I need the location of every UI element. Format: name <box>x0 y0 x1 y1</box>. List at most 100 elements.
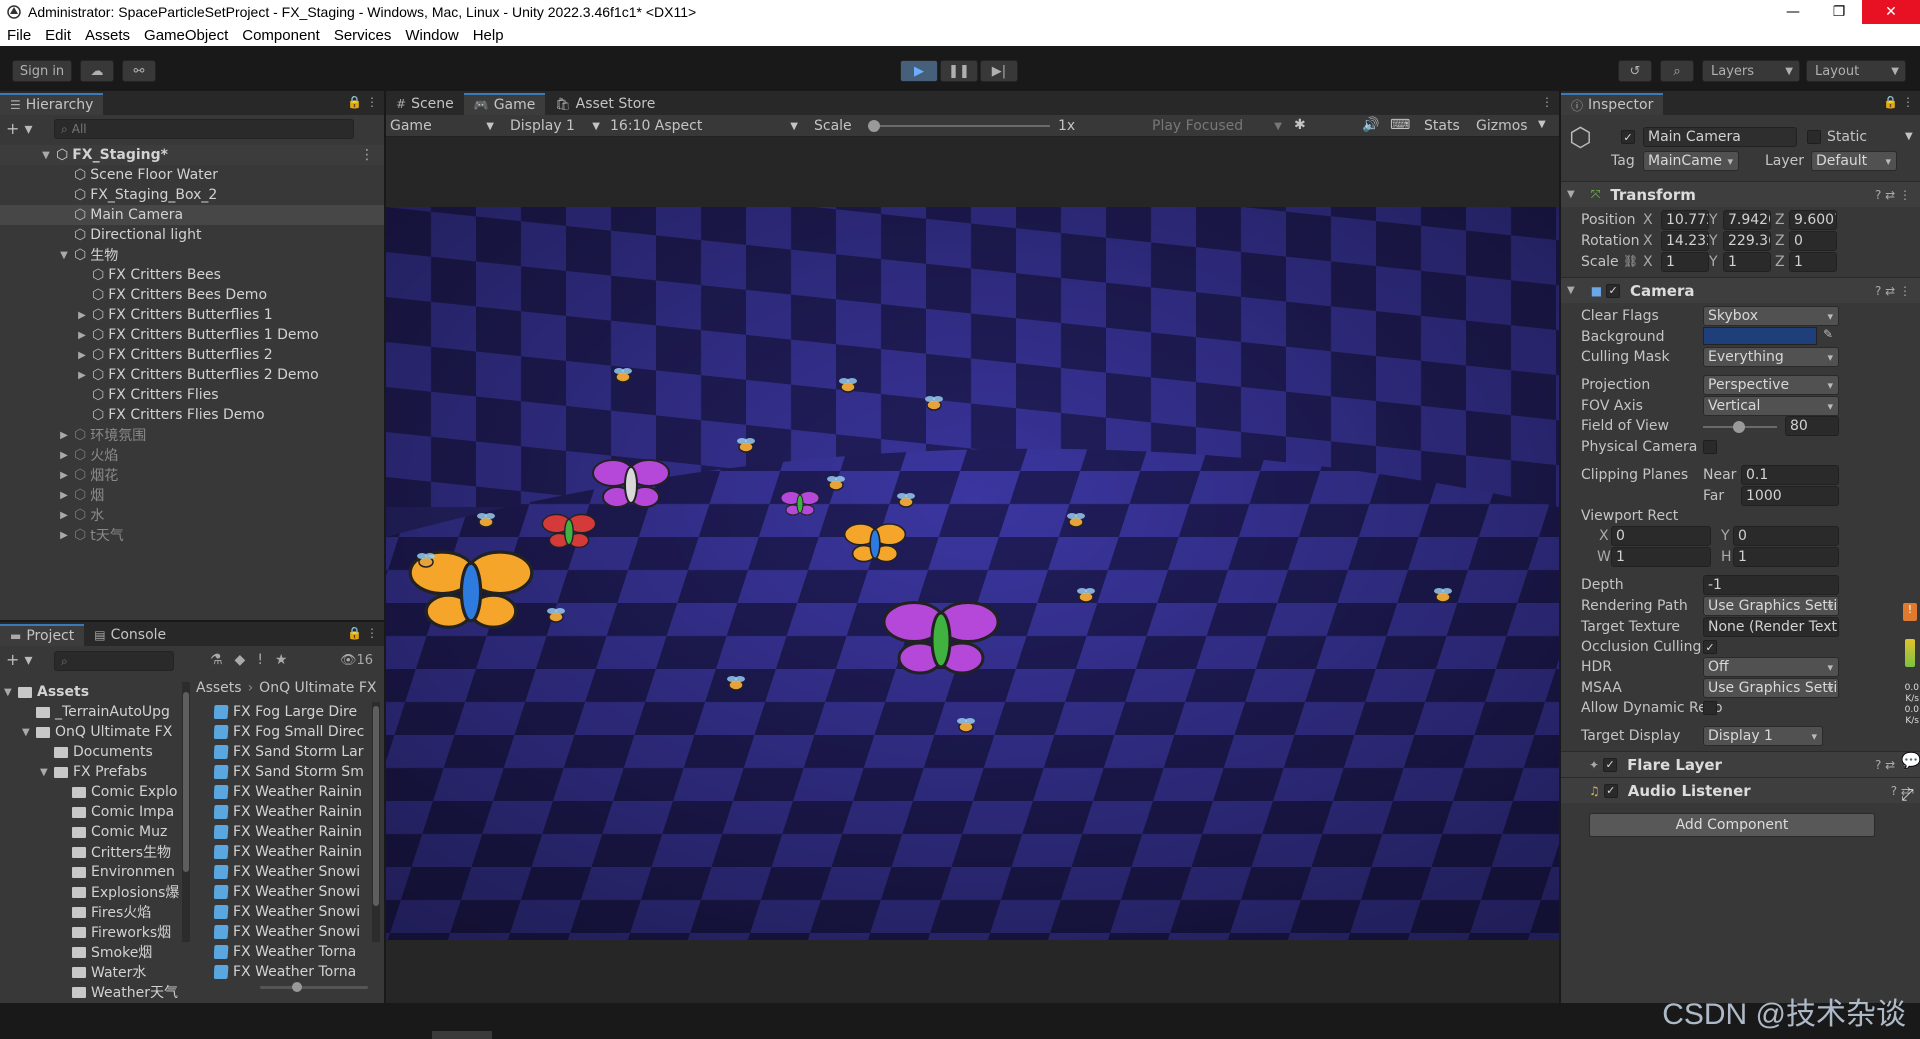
prefab-item[interactable]: FX Weather Snowi <box>214 922 370 942</box>
hierarchy-item[interactable]: ⬡ Main Camera <box>0 205 384 225</box>
panel-menu-icon[interactable]: 🔒 ⋮ <box>347 626 378 640</box>
panel-menu-icon[interactable]: ⋮ <box>1541 95 1553 109</box>
far-field[interactable]: 1000 <box>1741 486 1839 506</box>
project-folder-item[interactable]: ▼ Assets <box>0 682 190 702</box>
history-button[interactable]: ↺ <box>1618 60 1652 82</box>
minimize-button[interactable]: — <box>1770 0 1816 24</box>
near-field[interactable]: 0.1 <box>1741 465 1839 485</box>
restore-button[interactable]: ❐ <box>1816 0 1862 24</box>
hierarchy-item[interactable]: ▶ ⬡ FX Critters Butterflies 2 <box>0 345 384 365</box>
projection-dropdown[interactable]: Perspective <box>1703 375 1839 395</box>
status-scroll-thumb[interactable] <box>432 1031 492 1039</box>
expand-arrow-icon[interactable]: ▶ <box>58 490 70 501</box>
scene-menu-icon[interactable]: ⋮ <box>360 147 374 163</box>
tab-asset-store[interactable]: 🛍 Asset Store <box>545 93 665 115</box>
fov-slider[interactable] <box>1703 421 1777 433</box>
expand-arrow-icon[interactable]: ▶ <box>58 430 70 441</box>
depth-field[interactable]: -1 <box>1703 575 1839 595</box>
eyedropper-icon[interactable]: ✎ <box>1823 327 1833 341</box>
step-button[interactable]: ▶| <box>980 60 1018 82</box>
menu-component[interactable]: Component <box>235 27 327 44</box>
tab-hierarchy[interactable]: ☰ Hierarchy <box>0 93 104 115</box>
expand-arrow-icon[interactable]: ▼ <box>58 250 70 261</box>
dynamic-resolution-checkbox[interactable] <box>1703 701 1717 715</box>
hierarchy-item[interactable]: ▶ ⬡ 烟 <box>0 485 384 505</box>
project-filter-icons[interactable]: ⚗◆!★ <box>210 652 299 668</box>
project-folder-item[interactable]: Comic Muz <box>0 822 190 842</box>
occlusion-culling-checkbox[interactable]: ✓ <box>1703 640 1717 654</box>
prefab-item[interactable]: FX Weather Rainin <box>214 782 370 802</box>
culling-mask-dropdown[interactable]: Everything <box>1703 347 1839 367</box>
prefab-item[interactable]: FX Weather Torna <box>214 962 370 982</box>
play-button[interactable]: ▶ <box>900 60 938 82</box>
gizmos-button[interactable]: Gizmos <box>1476 118 1528 134</box>
hierarchy-item[interactable]: ▶ ⬡ FX Critters Butterflies 2 Demo <box>0 365 384 385</box>
position-y-field[interactable]: 7.9420 <box>1723 210 1771 230</box>
hierarchy-item[interactable]: ▶ ⬡ 水 <box>0 505 384 525</box>
expand-arrow-icon[interactable]: ▶ <box>58 450 70 461</box>
scale-link-icon[interactable]: ⛓ <box>1623 254 1638 268</box>
menu-file[interactable]: File <box>0 27 38 44</box>
chevron-down-icon[interactable]: ▼ <box>1538 119 1546 130</box>
prefab-item[interactable]: FX Weather Rainin <box>214 842 370 862</box>
menu-services[interactable]: Services <box>327 27 399 44</box>
prefab-item[interactable]: FX Weather Snowi <box>214 862 370 882</box>
target-display-dropdown[interactable]: Display 1 <box>1703 726 1823 746</box>
tab-console[interactable]: ▤ Console <box>84 624 176 646</box>
expand-arrow-icon[interactable]: ▼ <box>4 687 18 698</box>
breadcrumb-assets[interactable]: Assets <box>196 680 242 696</box>
position-x-field[interactable]: 10.772 <box>1661 210 1709 230</box>
component-menu-icons[interactable]: ? ⇄ ⋮ <box>1875 284 1911 298</box>
hierarchy-search-input[interactable]: ⌕ All <box>54 119 354 139</box>
scale-slider[interactable] <box>868 120 1050 132</box>
prefab-item[interactable]: FX Fog Large Dire <box>214 702 370 722</box>
project-folder-item[interactable]: Comic Explo <box>0 782 190 802</box>
tab-project[interactable]: ▬ Project <box>0 624 85 646</box>
prefab-item[interactable]: FX Fog Small Direc <box>214 722 370 742</box>
close-button[interactable]: ✕ <box>1862 0 1920 24</box>
rendering-path-dropdown[interactable]: Use Graphics Settir <box>1703 596 1839 616</box>
active-checkbox[interactable]: ✓ <box>1621 130 1635 144</box>
hdr-dropdown[interactable]: Off <box>1703 657 1839 677</box>
transform-header[interactable]: ▼ ⤧ Transform ? ⇄ ⋮ <box>1561 181 1920 207</box>
chat-bubble-icon[interactable]: 💬 <box>1901 751 1920 770</box>
expand-arrow-icon[interactable]: ▶ <box>58 470 70 481</box>
expand-arrow-icon[interactable]: ▶ <box>58 510 70 521</box>
camera-header[interactable]: ▼ ■ ✓ Camera ? ⇄ ⋮ <box>1561 277 1920 303</box>
clear-flags-dropdown[interactable]: Skybox <box>1703 306 1839 326</box>
target-texture-field[interactable]: None (Render Text <box>1703 617 1839 637</box>
hierarchy-item[interactable]: ▼ ⬡ 生物 <box>0 245 384 265</box>
rotation-y-field[interactable]: 229.36 <box>1723 231 1771 251</box>
tab-game[interactable]: 🎮 Game <box>463 93 546 115</box>
project-folder-item[interactable]: Documents <box>0 742 190 762</box>
menu-assets[interactable]: Assets <box>78 27 137 44</box>
project-folder-item[interactable]: Environmen <box>0 862 190 882</box>
expand-icon[interactable]: ⤢ <box>1901 785 1914 805</box>
foldout-arrow-icon[interactable]: ▼ <box>1567 285 1575 296</box>
file-list-scrollbar[interactable] <box>372 702 380 942</box>
scale-z-field[interactable]: 1 <box>1789 252 1837 272</box>
hierarchy-item[interactable]: ▶ ⬡ 烟花 <box>0 465 384 485</box>
viewport-h-field[interactable]: 1 <box>1733 547 1839 567</box>
hierarchy-item[interactable]: ▶ ⬡ t天气 <box>0 525 384 545</box>
shortcuts-icon[interactable]: ⌨ <box>1390 117 1410 133</box>
search-button[interactable]: ⌕ <box>1660 60 1694 82</box>
prefab-item[interactable]: FX Weather Rainin <box>214 802 370 822</box>
project-folder-item[interactable]: Comic Impa <box>0 802 190 822</box>
hierarchy-item[interactable]: ⬡ Scene Floor Water <box>0 165 384 185</box>
bug-icon[interactable]: ✱ <box>1294 117 1306 133</box>
expand-arrow-icon[interactable]: ▼ <box>22 727 36 738</box>
hierarchy-item[interactable]: ⬡ FX Critters Flies Demo <box>0 405 384 425</box>
game-render-view[interactable] <box>386 207 1559 940</box>
project-folder-item[interactable]: Explosions爆 <box>0 882 190 902</box>
prefab-item[interactable]: FX Weather Snowi <box>214 902 370 922</box>
viewport-y-field[interactable]: 0 <box>1733 526 1839 546</box>
flare-layer-checkbox[interactable]: ✓ <box>1603 757 1618 772</box>
breadcrumb-onq[interactable]: OnQ Ultimate FX <box>259 680 376 696</box>
hierarchy-item[interactable]: ▶ ⬡ 火焰 <box>0 445 384 465</box>
menu-edit[interactable]: Edit <box>38 27 78 44</box>
rotation-x-field[interactable]: 14.232 <box>1661 231 1709 251</box>
hierarchy-item[interactable]: ▶ ⬡ FX Critters Butterflies 1 <box>0 305 384 325</box>
add-component-button[interactable]: Add Component <box>1589 813 1875 837</box>
prefab-item[interactable]: FX Weather Snowi <box>214 882 370 902</box>
